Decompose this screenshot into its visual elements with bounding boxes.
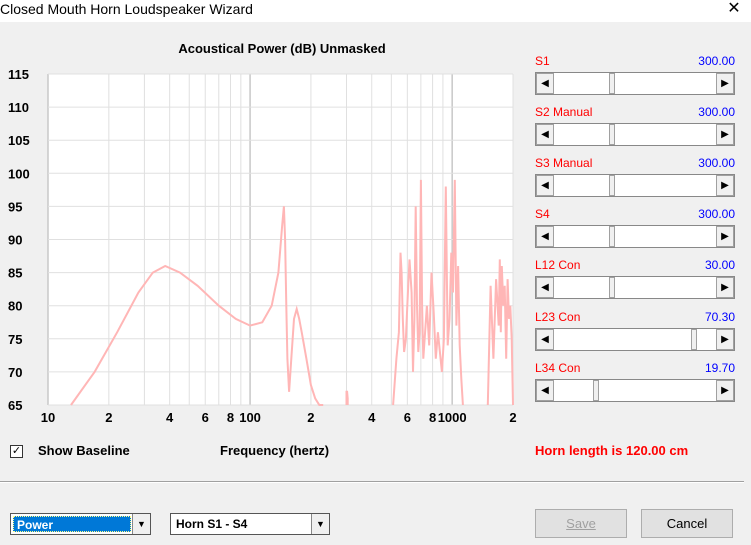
- x-tick-label: 10: [41, 410, 55, 425]
- y-tick-label: 105: [8, 133, 30, 148]
- param-value: 19.70: [704, 361, 735, 375]
- x-tick-label: 1000: [438, 410, 467, 425]
- horn-dropdown[interactable]: Horn S1 - S4 ▼: [170, 513, 330, 535]
- param-scrollbar[interactable]: ◀ ▶: [535, 379, 735, 402]
- chevron-left-icon[interactable]: ◀: [536, 175, 554, 196]
- x-tick-label: 2: [307, 410, 314, 425]
- x-tick-label: 8: [227, 410, 234, 425]
- y-tick-label: 80: [8, 299, 22, 314]
- param-value: 30.00: [704, 258, 735, 272]
- show-baseline-checkbox[interactable]: ✓: [10, 445, 23, 458]
- chevron-down-icon[interactable]: ▼: [132, 514, 150, 534]
- y-tick-label: 115: [8, 67, 29, 82]
- param-label: L12 Con: [535, 258, 581, 272]
- chevron-left-icon[interactable]: ◀: [536, 73, 554, 94]
- chevron-right-icon[interactable]: ▶: [716, 277, 734, 298]
- chevron-down-icon[interactable]: ▼: [311, 514, 329, 534]
- param-label: S1: [535, 54, 550, 68]
- y-tick-label: 85: [8, 266, 22, 281]
- scrollbar-thumb[interactable]: [608, 277, 615, 298]
- cancel-button[interactable]: Cancel: [641, 509, 733, 538]
- param-value: 300.00: [698, 207, 735, 221]
- x-tick-label: 100: [239, 410, 261, 425]
- y-tick-label: 100: [8, 166, 30, 181]
- x-tick-label: 4: [368, 410, 376, 425]
- chevron-right-icon[interactable]: ▶: [716, 380, 734, 401]
- scrollbar-thumb[interactable]: [608, 73, 615, 94]
- y-tick-label: 95: [8, 199, 22, 214]
- chevron-right-icon[interactable]: ▶: [716, 226, 734, 247]
- y-tick-label: 70: [8, 365, 22, 380]
- chevron-left-icon[interactable]: ◀: [536, 277, 554, 298]
- y-tick-label: 65: [8, 398, 22, 413]
- chevron-left-icon[interactable]: ◀: [536, 380, 554, 401]
- chart-plot-area: 6570758085909510010511011510 2 4 6 8 100 2 4 6 8 1…: [8, 67, 517, 425]
- series-line: [345, 390, 349, 405]
- param-value: 300.00: [698, 54, 735, 68]
- x-tick-label: 4: [166, 410, 174, 425]
- chart-title: Acoustical Power (dB) Unmasked: [178, 41, 385, 56]
- param-label: L34 Con: [535, 361, 581, 375]
- save-button[interactable]: Save: [535, 509, 627, 538]
- metric-dropdown-value: Power: [13, 516, 131, 532]
- chevron-left-icon[interactable]: ◀: [536, 124, 554, 145]
- param-scrollbar[interactable]: ◀ ▶: [535, 225, 735, 248]
- y-tick-label: 75: [8, 332, 22, 347]
- scrollbar-thumb[interactable]: [608, 175, 615, 196]
- horn-length-text: Horn length is 120.00 cm: [535, 443, 689, 458]
- param-label: S3 Manual: [535, 156, 593, 170]
- separator: [0, 481, 744, 483]
- save-button-label: Save: [566, 516, 596, 531]
- chevron-right-icon[interactable]: ▶: [716, 329, 734, 350]
- param-scrollbar[interactable]: ◀ ▶: [535, 123, 735, 146]
- param-value: 300.00: [698, 105, 735, 119]
- chevron-right-icon[interactable]: ▶: [716, 175, 734, 196]
- param-scrollbar[interactable]: ◀ ▶: [535, 328, 735, 351]
- x-tick-label: 6: [202, 410, 209, 425]
- metric-dropdown[interactable]: Power ▼: [10, 513, 151, 535]
- param-label: S4: [535, 207, 550, 221]
- y-tick-label: 90: [8, 233, 22, 248]
- scrollbar-thumb[interactable]: [691, 329, 698, 350]
- param-label: S2 Manual: [535, 105, 593, 119]
- chart: Acoustical Power (dB) Unmasked 65 70 75 80 8…: [8, 41, 517, 425]
- chevron-right-icon[interactable]: ▶: [716, 73, 734, 94]
- param-label: L23 Con: [535, 310, 581, 324]
- param-scrollbar[interactable]: ◀ ▶: [535, 72, 735, 95]
- param-scrollbar[interactable]: ◀ ▶: [535, 174, 735, 197]
- scrollbar-thumb[interactable]: [608, 124, 615, 145]
- x-tick-label: 2: [509, 410, 516, 425]
- window-title: Closed Mouth Horn Loudspeaker Wizard: [0, 1, 253, 17]
- param-value: 70.30: [704, 310, 735, 324]
- show-baseline-label[interactable]: Show Baseline: [38, 443, 130, 458]
- param-scrollbar[interactable]: ◀ ▶: [535, 276, 735, 299]
- y-tick-label: 110: [8, 100, 29, 115]
- x-tick-label: 8: [429, 410, 436, 425]
- param-value: 300.00: [698, 156, 735, 170]
- title-bar: Closed Mouth Horn Loudspeaker Wizard ✕: [0, 0, 751, 22]
- frequency-axis-label: Frequency (hertz): [220, 443, 330, 458]
- x-tick-label: 6: [404, 410, 411, 425]
- chevron-left-icon[interactable]: ◀: [536, 329, 554, 350]
- chevron-right-icon[interactable]: ▶: [716, 124, 734, 145]
- scrollbar-thumb[interactable]: [593, 380, 599, 401]
- horn-dropdown-value: Horn S1 - S4: [176, 517, 248, 531]
- close-button[interactable]: ✕: [722, 0, 746, 18]
- x-tick-label: 2: [105, 410, 112, 425]
- chevron-left-icon[interactable]: ◀: [536, 226, 554, 247]
- scrollbar-thumb[interactable]: [608, 226, 615, 247]
